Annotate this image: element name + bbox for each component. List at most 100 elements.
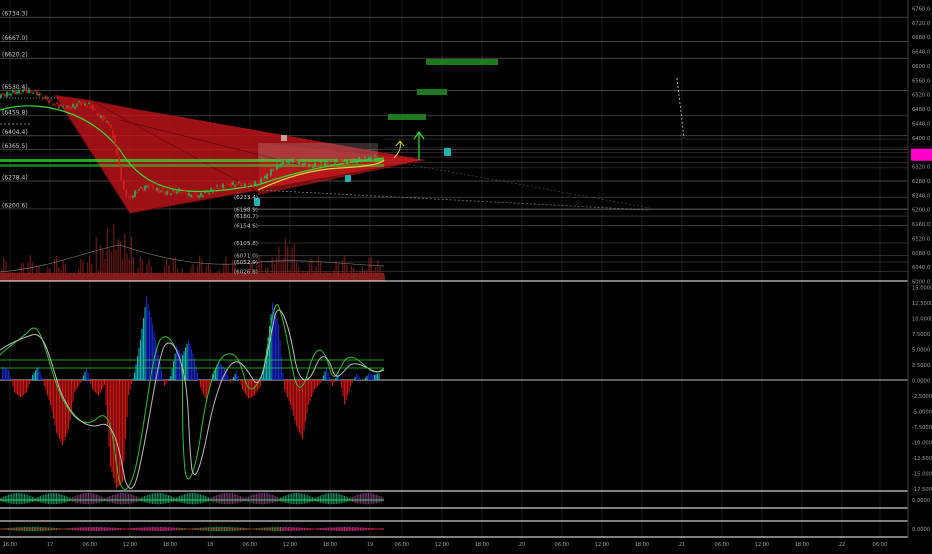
volume-bar [95, 236, 97, 281]
osc-bar [128, 380, 130, 396]
sub1-bar [99, 495, 101, 503]
osc-bar [171, 368, 173, 380]
osc-bar [146, 296, 148, 380]
osc-bar [138, 347, 140, 380]
osc-bar [321, 379, 323, 380]
candle-body [32, 92, 34, 94]
cyan-marker-mid[interactable] [345, 175, 351, 182]
sub1-bar [323, 494, 325, 504]
price-axis-tick: 6160.0 [912, 222, 930, 228]
candle-body [348, 160, 350, 163]
volume-bar [300, 276, 302, 281]
time-axis-tick: 06:00 [873, 542, 888, 548]
candle-body [150, 184, 152, 186]
candle-body [102, 115, 104, 121]
volume-bar [86, 262, 89, 281]
osc-bar [330, 380, 332, 382]
target-box-2[interactable] [417, 89, 447, 95]
candle-body [40, 93, 42, 95]
sub1-bar [230, 493, 232, 505]
volume-bar [379, 265, 381, 281]
osc-bar [114, 380, 116, 484]
osc-bar [275, 313, 277, 380]
volume-bar [205, 265, 207, 281]
osc-bar [108, 380, 110, 447]
cyan-marker-right[interactable] [444, 148, 451, 156]
candle-body [310, 164, 312, 166]
candle-body [246, 185, 248, 188]
candle-body [254, 181, 256, 186]
candle-body [300, 162, 302, 165]
sub1-bar [355, 495, 357, 503]
osc-bar [191, 349, 193, 380]
sub1-bar [198, 493, 200, 504]
candle-body [46, 96, 48, 100]
target-box-3[interactable] [388, 114, 426, 120]
osc-bar [363, 379, 365, 380]
candle-body [240, 182, 242, 187]
sub1-bar [115, 493, 117, 504]
candle-body [80, 102, 82, 106]
sub1-bar [140, 497, 142, 502]
sub1-bar [25, 494, 27, 504]
candle-body [316, 162, 318, 166]
sub1-bar [116, 493, 118, 504]
candle-body [96, 113, 98, 116]
sub1-bar [153, 493, 155, 505]
projection-line-3 [676, 77, 685, 139]
sub1-bar [27, 494, 29, 504]
sub1-bar [41, 495, 43, 503]
osc-axis-tick: 0.0000 [912, 379, 930, 385]
inner-level-label: (6026.8) [234, 269, 258, 275]
sub1-bar [169, 495, 171, 503]
osc-bar [333, 380, 335, 383]
volume-bar [337, 264, 339, 281]
sub1-bar [120, 493, 121, 505]
level-label: (6365.5) [2, 143, 28, 150]
candle-body [60, 104, 62, 107]
sub-indicators: 0.0000 0.0000 [0, 493, 930, 533]
osc-bar [317, 380, 319, 387]
sub1-bar [376, 494, 377, 504]
osc-bar [53, 380, 55, 419]
osc-bar [300, 380, 302, 436]
target-box-1[interactable] [426, 59, 498, 65]
candle-body [10, 94, 12, 96]
volume-bar [146, 264, 148, 281]
sub1-bar [204, 495, 206, 503]
volume-bar [25, 274, 27, 281]
panel-separators [0, 0, 909, 538]
sub1-bar [364, 493, 366, 505]
sub1-bar [377, 495, 379, 503]
candle-body [308, 164, 310, 167]
candle-body [262, 178, 264, 181]
volume-bar [157, 276, 159, 281]
candle-body [64, 109, 66, 111]
trading-chart[interactable]: (6734.3) (6667.0) (6620.2) (6530.4) (6459.8)… [0, 0, 932, 550]
volume-bar [273, 263, 276, 281]
candle-body [374, 155, 376, 157]
candle-body [56, 102, 58, 104]
sub1-bar [52, 493, 54, 505]
osc-bar [65, 380, 67, 438]
price-axis-tick: 6240.0 [912, 193, 930, 199]
osc-bar [236, 370, 238, 380]
candle-body [224, 187, 226, 189]
time-axis-tick: 06:00 [555, 542, 570, 548]
sub1-bar [76, 495, 78, 503]
sub1-bar [220, 493, 222, 504]
osc-bar [371, 374, 373, 380]
sub1-bar [195, 493, 197, 505]
osc-bar [357, 375, 359, 380]
sub1-bar [166, 494, 168, 504]
sub1-bar [192, 493, 193, 505]
osc-bar [120, 380, 122, 484]
candle-body [290, 161, 292, 163]
volume-bar [377, 259, 379, 281]
sub1-bar [358, 494, 360, 504]
sub1-bar [97, 495, 99, 503]
volume-bar [260, 260, 262, 281]
candle-body [0, 94, 2, 98]
green-band-1 [0, 159, 384, 162]
sub1-bar [224, 493, 225, 505]
